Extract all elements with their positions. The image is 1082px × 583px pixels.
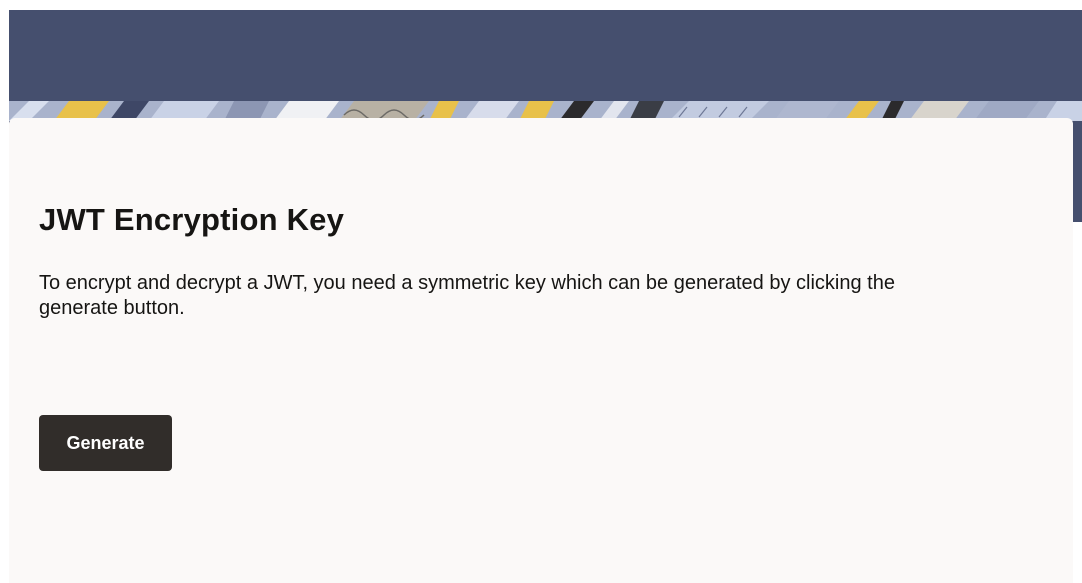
generate-button[interactable]: Generate <box>39 415 172 471</box>
page: JWT Encryption Key To encrypt and decryp… <box>0 0 1082 583</box>
card-title: JWT Encryption Key <box>39 202 345 237</box>
card-description: To encrypt and decrypt a JWT, you need a… <box>39 272 895 319</box>
jwt-encryption-key-card: JWT Encryption Key To encrypt and decryp… <box>9 118 1073 583</box>
